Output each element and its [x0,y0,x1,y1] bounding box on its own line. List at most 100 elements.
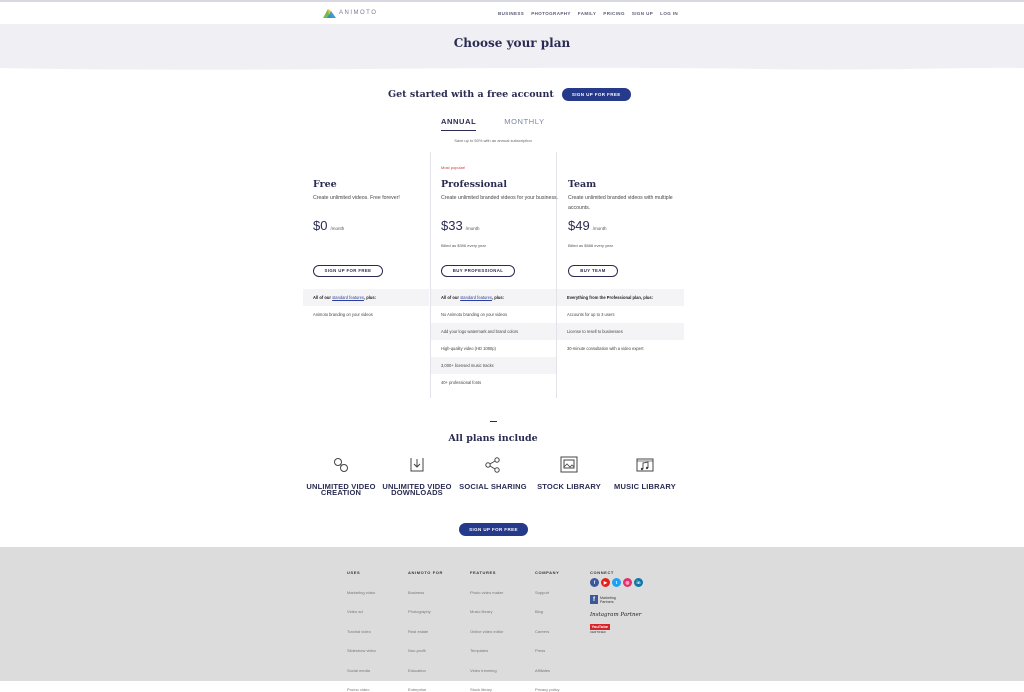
include-item-video-creation: UNLIMITED VIDEO CREATION [301,456,381,496]
youtube-certified-badge: YouTube CERTIFIED [590,624,643,634]
footer-link[interactable]: Privacy policy [535,687,559,692]
linkedin-icon[interactable]: in [634,578,643,587]
link-icon [334,458,348,472]
nav-link-photography[interactable]: PHOTOGRAPHY [531,11,571,16]
feature-list-team: Everything from the Professional plan, p… [557,289,684,357]
download-icon [410,458,424,472]
price-period: /month [465,226,480,231]
feature-list-professional: All of our standard features, plus: No A… [431,289,556,391]
standard-features-link[interactable]: standard features [332,295,364,300]
footer-link[interactable]: Careers [535,629,559,634]
plan-card-team: Team Create unlimited branded videos wit… [568,165,692,277]
price-row: $0 /month [313,218,437,233]
footer-column-features: FEATURES Photo video maker Music library… [470,570,503,692]
include-label: SOCIAL SHARING [459,482,527,491]
plan-description: Create unlimited branded videos with mul… [568,195,673,211]
footer-link[interactable]: Stock library [470,687,503,692]
feature-intro-suffix: , plus: [363,295,377,300]
nav-link-log-in[interactable]: LOG IN [660,11,678,16]
feature-item: 3,000+ licensed music tracks [431,357,556,374]
footer-link[interactable]: Support [535,590,559,595]
price-period: /month [330,226,345,231]
footer-column-animoto-for: ANIMOTO FOR Business Photography Real es… [408,570,443,692]
buy-professional-button[interactable]: BUY PROFESSIONAL [441,265,515,277]
footer-link[interactable]: Blog [535,609,559,614]
plan-name: Professional [441,179,507,190]
footer-link[interactable]: Photography [408,609,443,614]
feature-intro: All of our standard features, plus: [431,289,556,306]
feature-list-free: All of our standard features, plus: Anim… [303,289,429,323]
footer-link[interactable]: Non-profit [408,648,443,653]
music-folder-icon [636,458,654,472]
sign-up-free-button[interactable]: SIGN UP FOR FREE [561,88,631,101]
billing-note [313,243,437,249]
footer-link[interactable]: Online video editor [470,629,503,634]
footer-heading: CONNECT [590,570,614,575]
footer-link[interactable]: Education [408,668,443,673]
footer-link[interactable]: Social media [347,668,376,673]
plan-card-professional: Most popular! Professional Create unlimi… [441,165,565,277]
annual-savings-note: Save up to 50% with an annual subscripti… [454,138,532,143]
image-library-icon [560,456,578,473]
logo[interactable]: ANIMOTO [323,8,377,18]
nav-link-business[interactable]: BUSINESS [498,11,524,16]
top-nav: ANIMOTO BUSINESS PHOTOGRAPHY FAMILY PRIC… [0,2,1024,24]
logo-text: ANIMOTO [339,10,378,16]
footer-column-company: COMPANY Support Blog Careers Press Affil… [535,570,559,692]
include-item-stock-library: STOCK LIBRARY [529,456,609,490]
all-plans-title: All plans include [448,433,538,444]
footer-heading: COMPANY [535,570,560,575]
feature-item: License to resell to businesses [557,323,684,340]
social-icons: f ▶ t ◎ in [590,578,643,587]
footer-link[interactable]: Press [535,648,559,653]
bottom-sign-up-free-button[interactable]: SIGN UP FOR FREE [459,523,528,536]
hero-wave [0,67,1024,73]
instagram-partner-badge: Instagram Partner [590,612,642,618]
facebook-logo-icon: f [590,595,598,604]
footer-link[interactable]: Real estate [408,629,443,634]
feature-intro-text: All of our [441,295,461,300]
include-item-music-library: MUSIC LIBRARY [605,456,685,490]
footer-link[interactable]: Templates [470,648,503,653]
billing-note: Billed as $588 every year [568,243,613,248]
footer-link[interactable]: Video ad [347,609,376,614]
nav-link-family[interactable]: FAMILY [578,11,597,16]
animoto-logo-icon [323,9,336,18]
footer-link[interactable]: Photo video maker [470,590,503,595]
nav-link-sign-up[interactable]: SIGN UP [632,11,653,16]
footer-link[interactable]: Video trimming [470,668,503,673]
footer-link[interactable]: Slideshow video [347,648,376,653]
tab-monthly[interactable]: MONTHLY [504,117,544,131]
facebook-partner-badge: f Marketing Partners [590,595,643,604]
footer-link[interactable]: Enterprise [408,687,443,692]
footer-link[interactable]: Tutorial video [347,629,376,634]
nav-link-pricing[interactable]: PRICING [603,11,625,16]
feature-intro-text: Everything from the Professional plan, p… [567,295,653,300]
footer-link[interactable]: Affiliates [535,668,559,673]
footer-link[interactable]: Marketing video [347,590,376,595]
price-period: /month [592,226,607,231]
plan-description: Create unlimited videos. Free forever! [313,195,400,201]
footer: USES Marketing video Video ad Tutorial v… [0,547,1024,692]
plan-badge [568,165,692,175]
standard-features-link[interactable]: standard features [460,295,492,300]
include-label: MUSIC LIBRARY [614,482,676,491]
youtube-icon[interactable]: ▶ [601,578,610,587]
instagram-icon[interactable]: ◎ [623,578,632,587]
buy-team-button[interactable]: BUY TEAM [568,265,618,277]
plan-name: Free [313,179,337,190]
footer-link[interactable]: Promo video [347,687,376,692]
billing-note: Billed as $396 every year [441,243,486,248]
plan-sign-up-button[interactable]: SIGN UP FOR FREE [313,265,383,277]
facebook-icon[interactable]: f [590,578,599,587]
twitter-icon[interactable]: t [612,578,621,587]
footer-link[interactable]: Business [408,590,443,595]
include-item-social-sharing: SOCIAL SHARING [453,456,533,490]
tab-annual[interactable]: ANNUAL [441,117,477,131]
feature-intro: Everything from the Professional plan, p… [557,289,684,306]
include-label: UNLIMITED VIDEO CREATION [306,482,376,497]
footer-heading: USES [347,570,361,575]
footer-link[interactable]: Music library [470,609,503,614]
price-row: $33 /month [441,218,565,233]
nav-links: BUSINESS PHOTOGRAPHY FAMILY PRICING SIGN… [498,11,678,16]
